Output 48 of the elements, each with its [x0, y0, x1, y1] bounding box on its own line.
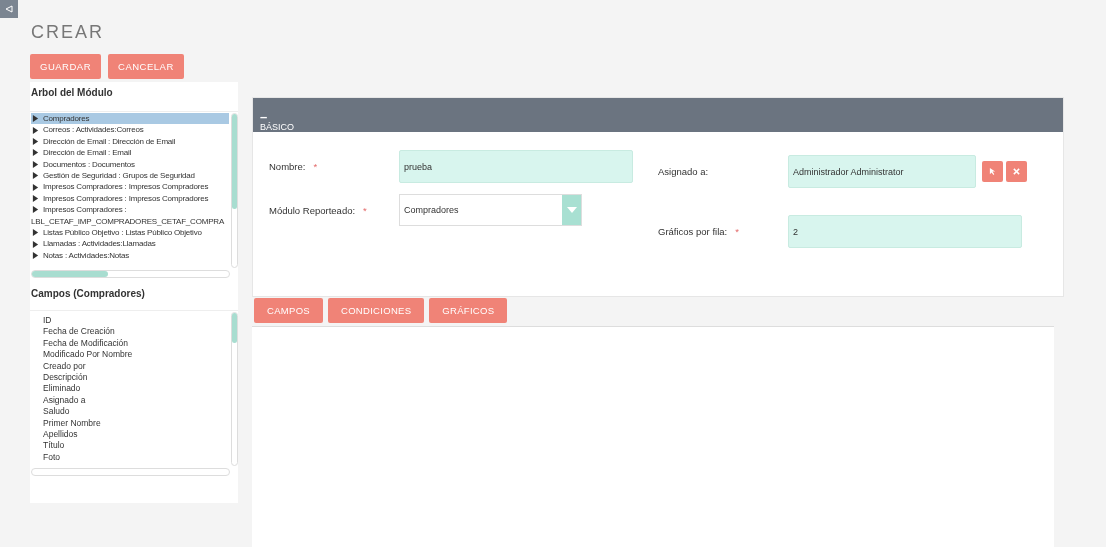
cursor-arrow-icon [989, 168, 996, 175]
field-list-item[interactable]: ID [43, 315, 52, 327]
section-heading: Arbol del Módulo [30, 86, 114, 100]
field-list-item[interactable]: Fecha de Modificación [43, 337, 129, 350]
collapse-toggle[interactable]: – [260, 111, 268, 122]
field-list-item[interactable]: Foto [43, 451, 60, 464]
field-list-item[interactable]: Asignado a [43, 394, 86, 407]
triangle-left-icon [5, 5, 13, 13]
tree-item[interactable]: Listas Público Objetivo : Listas Público Objetivo [31, 227, 229, 239]
tree-item[interactable]: Documentos : Documentos [31, 158, 229, 171]
tree-item[interactable]: Impresos Compradores : LBL_CETAF_IMP_COMPRADORES_CETAF_COMPRA [31, 204, 229, 228]
required-mark: * [363, 204, 367, 216]
field-label: Gráficos por fila: [658, 226, 728, 237]
field-list-item[interactable]: Fecha de Creación [43, 326, 115, 338]
field-list-item[interactable]: Saludo [43, 406, 70, 418]
field-list-item[interactable]: Modificado Por Nombre [43, 349, 133, 361]
close-icon [1013, 168, 1020, 175]
text-field[interactable]: Administrador Administrator [788, 155, 976, 188]
sidebar-toggle-button[interactable] [0, 0, 18, 18]
tree-item[interactable]: Llamadas : Actividades:Llamadas [31, 238, 229, 250]
tree-item[interactable]: Dirección de Email : Dirección de Email [31, 135, 229, 148]
text-field[interactable]: prueba [399, 150, 633, 183]
page-title: CREAR [31, 22, 104, 42]
section-heading: Campos (Compradores) [30, 287, 146, 301]
horizontal-scrollbar[interactable] [31, 270, 230, 278]
caret-down-icon [566, 207, 577, 213]
field-label: Asignado a: [658, 166, 709, 177]
field-label: Módulo Reporteado: [269, 204, 356, 216]
field-list-item[interactable]: Primer Nombre [43, 417, 101, 430]
tree-item[interactable]: Dirección de Email : Email [31, 147, 229, 159]
field-list-item[interactable]: Creado por [43, 360, 86, 373]
tree-item[interactable]: Impresos Compradores : Impresos Compradores [31, 192, 229, 205]
required-mark: * [313, 161, 318, 172]
tree-item[interactable]: Gestión de Seguridad : Grupos de Seguridad [31, 170, 229, 182]
horizontal-scrollbar[interactable] [31, 468, 230, 476]
text-field[interactable]: 2 [788, 215, 1022, 248]
field-list-item[interactable]: Descripción [43, 372, 88, 384]
field-list-item[interactable]: Eliminado [43, 383, 81, 395]
tree-item[interactable]: Correos : Actividades:Correos [31, 124, 229, 136]
field-list-item[interactable]: Apellidos [43, 429, 78, 441]
field-list-item[interactable]: Título [43, 440, 65, 452]
tree-item[interactable]: Compradores [31, 113, 229, 125]
tree-item[interactable]: Impresos Compradores : Impresos Compradores [31, 181, 229, 193]
dropdown-field[interactable]: Compradores [399, 194, 582, 226]
required-mark: * [735, 226, 739, 237]
panel-title: BÁSICO [260, 122, 294, 132]
tree-item[interactable]: Notas : Actividades:Notas [31, 249, 229, 262]
field-label: Nombre: [269, 161, 306, 172]
